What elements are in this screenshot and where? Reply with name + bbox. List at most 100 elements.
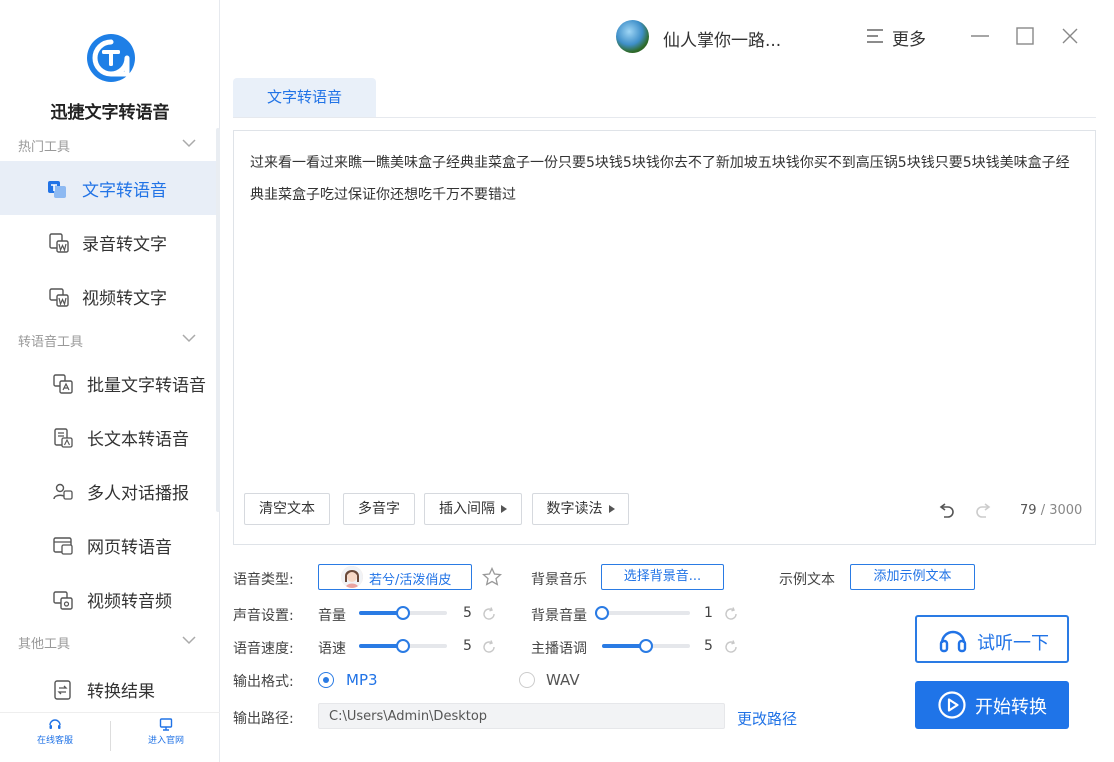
close-icon[interactable] [1060,26,1080,46]
footer-divider [110,721,111,751]
sidebar-footer: 在线客服 进入官网 [0,712,220,762]
rate-label: 语速 [318,641,346,657]
bgm-volume-label: 背景音量 [531,608,587,624]
volume-value: 5 [463,605,472,621]
batch-convert-icon [53,374,73,394]
sidebar-item-label: 录音转文字 [82,235,167,255]
sidebar-item-label: 视频转文字 [82,289,167,309]
sidebar-item-video-to-audio[interactable]: 视频转音频 [0,572,217,626]
more-label: 更多 [892,30,926,50]
rate-slider[interactable] [359,639,447,653]
sidebar-item-batch-tts[interactable]: 批量文字转语音 [0,356,217,410]
minimize-icon[interactable] [970,26,990,46]
sidebar-item-video-to-text[interactable]: 视频转文字 [0,269,217,323]
video-to-text-icon [49,288,69,307]
sidebar-item-audio-to-text[interactable]: 录音转文字 [0,215,217,269]
video-to-audio-icon [53,591,73,610]
start-convert-button[interactable]: 开始转换 [915,681,1069,729]
section-other-tools[interactable]: 其他工具 [18,633,202,653]
volume-slider[interactable] [359,606,447,620]
username[interactable]: 仙人掌你一路... [663,26,781,51]
format-mp3-label[interactable]: MP3 [346,671,378,689]
text-editor[interactable]: 过来看一看过来瞧一瞧美味盒子经典韭菜盒子一份只要5块钱5块钱你去不了新加坡五块钱… [233,130,1096,545]
slider-knob[interactable] [396,606,410,620]
character-counter: 79 / 3000 [1020,503,1082,518]
slider-knob[interactable] [595,606,609,620]
char-limit: / 3000 [1040,503,1083,518]
preview-listen-button[interactable]: 试听一下 [915,615,1069,663]
long-text-icon [54,428,73,448]
headset-icon [49,719,61,729]
tab-text-to-speech[interactable]: 文字转语音 [233,78,376,117]
format-wav-label[interactable]: WAV [546,671,580,689]
voice-name: 若兮/活泼俏皮 [369,573,452,588]
official-website-button[interactable]: 进入官网 [126,717,206,746]
pitch-label: 主播语调 [531,641,587,657]
format-mp3-radio[interactable] [318,672,334,688]
favorite-star-icon[interactable] [482,567,502,587]
official-website-label: 进入官网 [147,736,184,746]
user-avatar[interactable] [616,20,649,53]
char-count: 79 [1020,503,1037,518]
section-hot-tools[interactable]: 热门工具 [18,136,202,156]
sidebar-item-results[interactable]: 转换结果 [0,662,217,716]
maximize-icon[interactable] [1015,26,1035,46]
sidebar: 迅捷文字转语音 热门工具 文字转语音 录音转文字 视频转文字 转语音工具 批量文… [0,0,220,762]
reset-icon[interactable] [481,606,497,622]
reset-icon[interactable] [481,639,497,655]
sidebar-item-label: 长文本转语音 [87,430,189,450]
monitor-icon [159,718,173,731]
editor-content[interactable]: 过来看一看过来瞧一瞧美味盒子经典韭菜盒子一份只要5块钱5块钱你去不了新加坡五块钱… [250,147,1080,211]
output-path-input[interactable] [318,703,725,729]
rate-value: 5 [463,638,472,654]
tab-divider [233,117,1096,118]
format-label: 输出格式: [233,674,294,690]
caret-right-icon [501,505,507,513]
redo-icon[interactable] [972,502,992,520]
sample-text-label: 示例文本 [779,572,835,588]
bgm-volume-slider[interactable] [595,606,690,620]
app-logo-icon [87,34,135,82]
sidebar-item-label: 多人对话播报 [87,484,189,504]
number-reading-button[interactable]: 数字读法 [532,493,629,525]
audio-to-text-icon [49,233,69,253]
polyphone-button[interactable]: 多音字 [343,493,415,525]
sidebar-item-long-text-tts[interactable]: 长文本转语音 [0,410,217,464]
voice-select-button[interactable]: 若兮/活泼俏皮 [318,564,472,590]
bgm-label: 背景音乐 [531,572,587,588]
online-support-button[interactable]: 在线客服 [15,717,95,746]
chevron-down-icon [182,636,196,645]
reset-icon[interactable] [723,606,739,622]
add-sample-text-button[interactable]: 添加示例文本 [850,564,975,590]
slider-knob[interactable] [639,639,653,653]
speed-label: 语音速度: [233,641,294,657]
reset-icon[interactable] [723,639,739,655]
clear-text-button[interactable]: 清空文本 [244,493,330,525]
slider-track [595,611,690,615]
sidebar-scrollbar[interactable] [216,128,220,512]
sidebar-item-label: 转换结果 [87,682,155,702]
format-wav-radio[interactable] [519,672,535,688]
sidebar-item-text-to-speech[interactable]: 文字转语音 [0,161,217,215]
sidebar-item-multi-speaker[interactable]: 多人对话播报 [0,464,217,518]
results-icon [54,680,71,700]
pitch-slider[interactable] [602,639,690,653]
slider-knob[interactable] [396,639,410,653]
headphones-icon [939,630,967,653]
caret-right-icon [608,505,615,513]
undo-icon[interactable] [938,502,958,520]
sidebar-item-label: 视频转音频 [87,592,172,612]
insert-pause-button[interactable]: 插入间隔 [424,493,522,525]
play-circle-icon [938,691,966,719]
section-title: 转语音工具 [18,335,84,350]
start-convert-label: 开始转换 [975,697,1047,718]
select-bgm-button[interactable]: 选择背景音... [601,564,724,590]
change-path-link[interactable]: 更改路径 [737,708,797,729]
sidebar-item-webpage-tts[interactable]: 网页转语音 [0,518,217,572]
section-tts-tools[interactable]: 转语音工具 [18,331,202,351]
volume-label: 音量 [318,608,346,624]
menu-icon [867,29,883,43]
sound-settings-label: 声音设置: [233,608,294,624]
section-title: 热门工具 [18,140,71,155]
preview-listen-label: 试听一下 [977,633,1049,654]
